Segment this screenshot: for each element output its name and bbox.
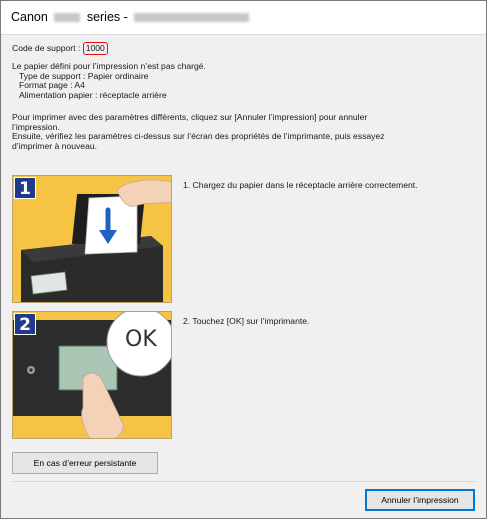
instruction-line: d’imprimer à nouveau. [12, 140, 98, 151]
step2-illustration: OK 2 [12, 311, 172, 439]
step2-text: 2. Touchez [OK] sur l’imprimante. [183, 316, 310, 326]
step2-badge: 2 [14, 313, 36, 335]
load-paper-illustration [13, 176, 171, 302]
title-bar: Canon series - [1, 1, 486, 35]
divider [12, 481, 476, 482]
cancel-print-button[interactable]: Annuler l’impression [365, 489, 475, 511]
persistent-error-button[interactable]: En cas d’erreur persistante [12, 452, 158, 474]
step1-text: 1. Chargez du papier dans le réceptacle … [183, 180, 418, 190]
error-dialog: Canon series - Code de support : 1000 Le… [0, 0, 487, 519]
instruction-line: Pour imprimer avec des paramètres différ… [12, 112, 368, 122]
window-title: Canon series - [11, 10, 252, 24]
title-brand: Canon [11, 10, 48, 24]
support-code-value: 1000 [82, 42, 108, 55]
support-code-line: Code de support : 1000 [12, 42, 108, 55]
step1-illustration: 1 [12, 175, 172, 303]
redacted-model [54, 13, 81, 23]
redacted-printer-name [134, 13, 250, 23]
error-message: Le papier défini pour l’impression n’est… [12, 61, 206, 100]
instructions: Pour imprimer avec des paramètres différ… [12, 112, 477, 151]
title-series: series - [86, 10, 128, 24]
ok-callout-label: OK [125, 327, 157, 352]
support-code-label: Code de support : [12, 43, 81, 53]
paper-source-line: Alimentation papier : réceptacle arrière [19, 89, 167, 100]
step1-badge: 1 [14, 177, 36, 199]
